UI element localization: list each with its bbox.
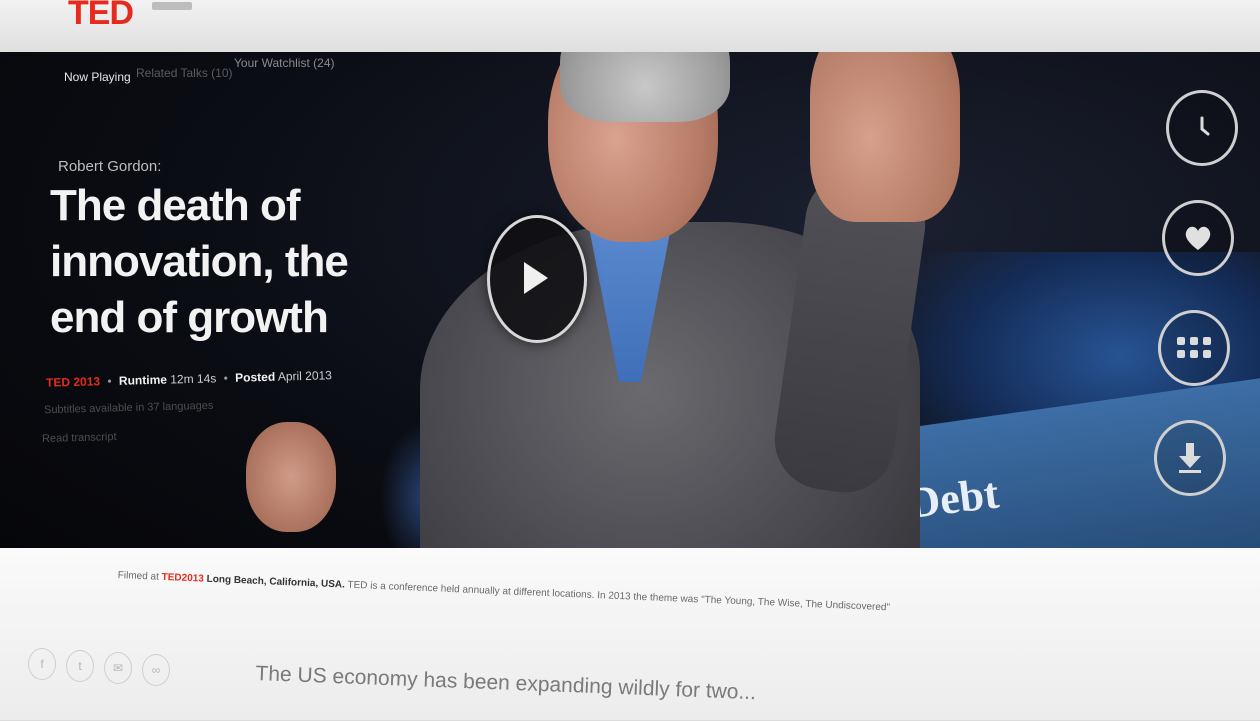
twitter-icon[interactable]: t xyxy=(66,650,94,682)
video-hero[interactable]: wind: Debt Now Playing Related Talks (10… xyxy=(0,52,1260,612)
heart-icon xyxy=(1185,226,1211,250)
filmed-at-caption: Filmed at TED2013 Long Beach, California… xyxy=(118,570,1217,627)
more-talks-button[interactable] xyxy=(1158,310,1230,386)
caption-event[interactable]: TED2013 xyxy=(161,572,204,585)
grid-icon xyxy=(1177,337,1211,358)
favorite-button[interactable] xyxy=(1162,200,1234,276)
logo-subtitle xyxy=(152,2,192,10)
posted-value: April 2013 xyxy=(277,368,333,384)
download-icon xyxy=(1179,443,1201,473)
download-button[interactable] xyxy=(1154,420,1226,496)
runtime-value: 12m 14s xyxy=(170,371,217,387)
caption-text: TED is a conference held annually at dif… xyxy=(347,579,891,614)
transcript-link[interactable]: Read transcript xyxy=(42,431,117,445)
talk-description: The US economy has been expanding wildly… xyxy=(255,662,757,705)
talk-details: Filmed at TED2013 Long Beach, California… xyxy=(0,548,1260,720)
top-bar: TED xyxy=(0,0,1260,56)
email-icon[interactable]: ✉ xyxy=(104,652,132,684)
clock-icon xyxy=(1200,116,1210,136)
speaker-name[interactable]: Robert Gordon: xyxy=(58,158,161,175)
tab-related-talks[interactable]: Related Talks (10) xyxy=(136,66,233,80)
posted-label: Posted xyxy=(234,369,276,385)
link-icon[interactable]: ∞ xyxy=(142,654,170,686)
play-icon xyxy=(524,262,548,294)
watch-later-button[interactable] xyxy=(1166,90,1238,166)
talk-title: The death of innovation, the end of grow… xyxy=(50,181,349,342)
facebook-icon[interactable]: f xyxy=(28,648,56,680)
event-badge[interactable]: TED 2013 xyxy=(46,374,100,389)
speaker-raised-hand xyxy=(810,52,960,222)
runtime-label: Runtime xyxy=(118,372,168,388)
play-button[interactable] xyxy=(487,215,587,343)
subtitles-link[interactable]: Subtitles available in 37 languages xyxy=(44,400,214,416)
caption-location: Long Beach, California, USA. xyxy=(206,573,346,591)
speaker-hair xyxy=(560,52,730,122)
tab-now-playing[interactable]: Now Playing xyxy=(64,70,131,84)
ted-logo[interactable]: TED xyxy=(68,0,134,33)
talk-meta: TED 2013 • Runtime 12m 14s • Posted Apri… xyxy=(45,368,333,390)
tab-watchlist[interactable]: Your Watchlist (24) xyxy=(234,56,334,70)
speaker-left-hand xyxy=(246,422,336,532)
caption-prefix: Filmed at xyxy=(117,570,160,583)
